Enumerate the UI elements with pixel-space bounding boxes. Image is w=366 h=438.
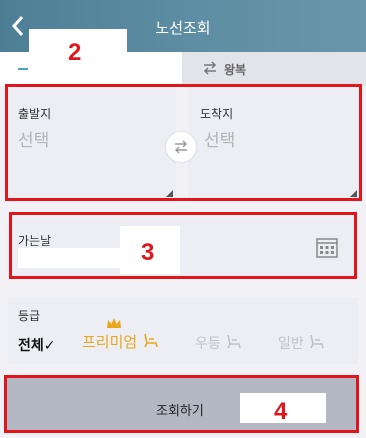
grade-option-premium-label: 프리미엄 [82, 333, 138, 351]
tab-round-trip-label: 왕복 [224, 63, 247, 77]
grade-option-standard[interactable]: 일반 [278, 333, 326, 353]
grade-option-deluxe[interactable]: 우등 [195, 333, 243, 353]
grade-option-deluxe-label: 우등 [195, 336, 221, 352]
tab-active-indicator [18, 68, 28, 70]
grade-option-premium[interactable]: 프리미엄 [82, 318, 160, 352]
grade-label: 등급 [18, 309, 41, 323]
crown-icon [107, 318, 121, 328]
annotation-number: 4 [274, 398, 288, 425]
seat-icon [143, 333, 158, 348]
seat-icon [227, 334, 241, 349]
grade-selector: 등급 전체✓ 프리미엄 우등 일반 [8, 298, 358, 364]
tab-round-trip[interactable]: 왕복 [182, 52, 366, 86]
annotation-number: 2 [68, 39, 82, 66]
grade-option-standard-label: 일반 [278, 336, 304, 352]
annotation-box-date [9, 212, 357, 279]
annotation-number: 3 [141, 239, 155, 266]
grade-option-all-label: 전체✓ [18, 338, 56, 354]
round-trip-icon [203, 61, 217, 75]
grade-option-all[interactable]: 전체✓ [18, 335, 56, 355]
annotation-box-stations [5, 84, 362, 201]
annotation-box-submit [4, 375, 359, 433]
seat-icon [310, 334, 324, 349]
